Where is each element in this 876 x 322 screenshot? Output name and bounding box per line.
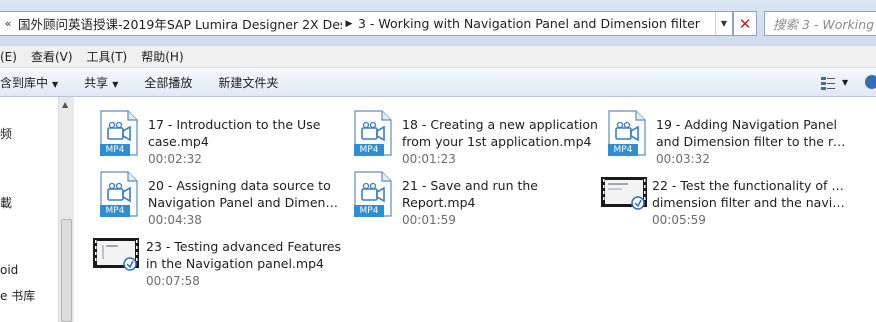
file-name: 21 - Save and run the Report.mp4: [402, 177, 598, 211]
menu-bar: (E) 查看(V) 工具(T) 帮助(H): [0, 46, 876, 68]
video-thumbnail-icon: [600, 167, 647, 219]
file-name-line2: Report.mp4: [402, 195, 476, 210]
file-item[interactable]: MP4 17 - Introduction to the Use case.mp…: [96, 106, 346, 168]
nav-item[interactable]: 載: [0, 194, 12, 211]
menu-edit[interactable]: (E): [0, 50, 24, 64]
chevron-down-icon: ▼: [842, 78, 849, 87]
address-dropdown-icon[interactable]: ▼: [715, 12, 732, 35]
file-name-line2: case.mp4: [148, 134, 209, 149]
file-type-badge: MP4: [354, 205, 384, 217]
mp4-file-icon: MP4: [604, 106, 648, 158]
file-name: 23 - Testing advanced Features in the Na…: [146, 238, 342, 272]
file-name-line1: 19 - Adding Navigation Panel: [656, 117, 837, 132]
menu-tools[interactable]: 工具(T): [80, 48, 135, 65]
change-view-button[interactable]: ▼: [820, 74, 852, 91]
breadcrumb-current-folder[interactable]: 3 - Working with Navigation Panel and Di…: [356, 16, 702, 31]
file-item[interactable]: MP4 19 - Adding Navigation Panel and Dim…: [604, 106, 854, 168]
mp4-file-icon: MP4: [350, 167, 394, 219]
include-in-library-label: 含到库中: [0, 75, 49, 90]
share-button[interactable]: 共享 ▼: [71, 74, 131, 91]
new-folder-button[interactable]: 新建文件夹: [205, 74, 291, 91]
mp4-file-icon: MP4: [96, 167, 140, 219]
help-icon: [865, 75, 876, 89]
file-duration: 00:04:38: [148, 213, 202, 227]
file-name: 19 - Adding Navigation Panel and Dimensi…: [656, 116, 852, 150]
menu-view[interactable]: 查看(V): [24, 48, 80, 65]
scroll-up-icon[interactable]: ▲: [62, 100, 68, 109]
file-name-line1: 21 - Save and run the: [402, 178, 538, 193]
file-item[interactable]: MP4 18 - Creating a new application from…: [350, 106, 600, 168]
file-duration: 00:01:23: [402, 152, 456, 166]
file-item[interactable]: MP4 21 - Save and run the Report.mp4 00:…: [350, 167, 600, 229]
file-type-badge: MP4: [100, 144, 130, 156]
file-duration: 00:01:59: [402, 213, 456, 227]
file-name-line1: 17 - Introduction to the Use: [148, 117, 321, 132]
file-duration: 00:03:32: [656, 152, 710, 166]
menu-help[interactable]: 帮助(H): [134, 48, 190, 65]
file-type-badge: MP4: [100, 205, 130, 217]
file-name-line2: in the Navigation panel.mp4: [146, 256, 324, 271]
file-name-line2: and Dimension filter to the re...: [656, 134, 852, 149]
breadcrumb-parent-folder[interactable]: 国外顾问英语授课-2019年SAP Lumira Designer 2X Des…: [16, 14, 342, 33]
include-in-library-button[interactable]: 含到库中 ▼: [0, 74, 71, 91]
nav-item[interactable]: 频: [0, 125, 12, 142]
file-name-line2: from your 1st application.mp4: [402, 134, 592, 149]
video-thumbnail: [601, 177, 647, 210]
nav-scrollbar[interactable]: ▲: [58, 97, 74, 322]
video-thumbnail-icon: [92, 228, 139, 280]
file-name: 18 - Creating a new application from you…: [402, 116, 598, 150]
file-type-badge: MP4: [608, 144, 638, 156]
address-bar-row: « 国外顾问英语授课-2019年SAP Lumira Designer 2X D…: [0, 0, 876, 46]
breadcrumb-separator-icon[interactable]: ▶: [342, 19, 356, 29]
breadcrumb-overflow-icon[interactable]: «: [0, 17, 16, 30]
view-options-icon: [821, 76, 835, 90]
file-name-line1: 22 - Test the functionality of The: [652, 178, 848, 193]
file-name: 22 - Test the functionality of The dimen…: [652, 177, 848, 211]
help-button[interactable]: [862, 74, 876, 91]
address-bar[interactable]: « 国外顾问英语授课-2019年SAP Lumira Designer 2X D…: [0, 11, 733, 36]
nav-item[interactable]: oid: [0, 263, 18, 277]
search-input[interactable]: 搜索 3 - Working: [764, 11, 876, 36]
clear-address-button[interactable]: ✕: [733, 11, 757, 36]
play-all-button[interactable]: 全部播放: [131, 74, 205, 91]
navigation-pane: 频 載 oid e 书库: [0, 97, 58, 322]
chevron-down-icon: ▼: [112, 79, 119, 89]
file-item[interactable]: MP4 20 - Assigning data source to Naviga…: [96, 167, 346, 229]
file-duration: 00:05:59: [652, 213, 706, 227]
file-name-line1: 18 - Creating a new application: [402, 117, 598, 132]
file-duration: 00:07:58: [146, 274, 200, 288]
file-name-line2: dimension filter and the navig...: [652, 195, 848, 210]
mp4-file-icon: MP4: [96, 106, 140, 158]
scroll-thumb[interactable]: [61, 219, 72, 322]
chevron-down-icon: ▼: [52, 79, 59, 89]
file-name: 20 - Assigning data source to Navigation…: [148, 177, 344, 211]
file-list: MP4 17 - Introduction to the Use case.mp…: [74, 97, 876, 322]
file-name: 17 - Introduction to the Use case.mp4: [148, 116, 344, 150]
command-bar: 含到库中 ▼ 共享 ▼ 全部播放 新建文件夹 ▼: [0, 68, 876, 97]
video-thumbnail: [93, 238, 139, 271]
nav-item[interactable]: e 书库: [0, 287, 35, 304]
file-name-line2: Navigation Panel and Dimensi...: [148, 195, 344, 210]
file-name-line1: 23 - Testing advanced Features: [146, 239, 342, 254]
share-label: 共享: [84, 75, 109, 90]
mp4-file-icon: MP4: [350, 106, 394, 158]
file-item[interactable]: 23 - Testing advanced Features in the Na…: [92, 228, 342, 290]
file-type-badge: MP4: [354, 144, 384, 156]
file-name-line1: 20 - Assigning data source to: [148, 178, 331, 193]
file-duration: 00:02:32: [148, 152, 202, 166]
file-item[interactable]: 22 - Test the functionality of The dimen…: [600, 167, 850, 229]
